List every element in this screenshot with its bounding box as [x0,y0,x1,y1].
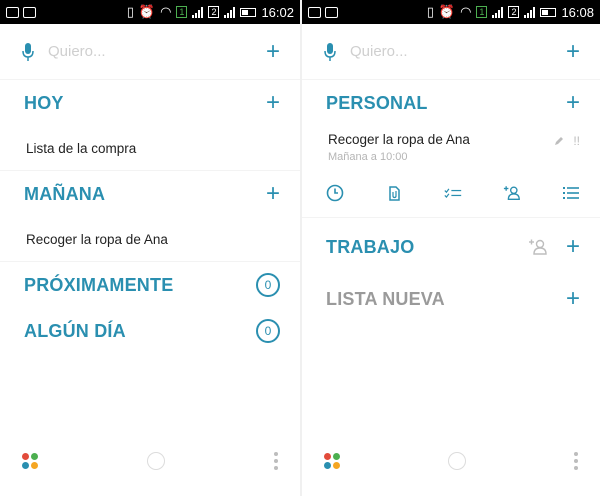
battery-icon [540,7,557,17]
battery-icon [240,7,257,17]
status-time: 16:08 [561,4,594,20]
checklist-icon[interactable] [444,184,462,202]
home-circle-icon[interactable] [448,452,466,470]
wifi-icon: ◠ [460,4,472,19]
apps-icon[interactable] [324,453,340,469]
sim2-icon: 2 [208,6,220,18]
search-input[interactable] [48,43,228,60]
add-hoy-button[interactable]: + [266,91,280,115]
share-person-icon[interactable] [528,238,548,256]
signal-icon [492,6,504,18]
add-person-icon[interactable] [503,184,521,202]
section-title-personal[interactable]: PERSONAL [326,93,428,114]
notification-icon [308,6,321,18]
search-input[interactable] [350,43,530,60]
mic-icon[interactable] [22,42,34,61]
add-trabajo-button[interactable]: + [566,235,580,259]
section-header: ALGÚN DÍA 0 [0,308,300,354]
screens-container: ▯ ⏰ ◠ 1 2 16:02 + HOY + [0,0,600,496]
section-header: PERSONAL + [302,80,600,126]
task-text-block: Recoger la ropa de Ana Mañana a 10:00 [328,132,470,163]
task-toolbar [302,169,600,217]
section-header: TRABAJO + [302,224,600,270]
status-right-icons: ▯ ⏰ ◠ 1 2 16:08 [427,4,594,20]
status-left-icons [6,6,36,18]
apps-icon[interactable] [22,453,38,469]
divider [302,217,600,218]
section-hoy: HOY + Lista de la compra [0,80,300,170]
attachment-icon[interactable] [385,184,403,202]
task-item[interactable]: Lista de la compra [0,126,300,170]
signal-icon [224,6,236,18]
section-title-hoy[interactable]: HOY [24,93,64,114]
section-title-proximamente[interactable]: PRÓXIMAMENTE [24,275,173,296]
list-icon[interactable] [562,184,580,202]
mail-icon [325,6,338,18]
section-manana: MAÑANA + Recoger la ropa de Ana [0,171,300,261]
count-badge[interactable]: 0 [256,319,280,343]
search-bar: + [302,24,600,80]
section-title-trabajo[interactable]: TRABAJO [326,237,414,258]
clock-icon[interactable] [326,184,344,202]
bottom-bar [302,446,600,476]
selected-task[interactable]: Recoger la ropa de Ana Mañana a 10:00 !! [302,126,600,169]
vibrate-icon: ▯ [126,4,134,19]
notification-icon [6,6,19,18]
bottom-bar [0,446,300,476]
section-header: PRÓXIMAMENTE 0 [0,262,300,308]
sim1-icon: 1 [176,6,188,18]
alarm-icon: ⏰ [138,4,156,19]
section-title-lista-nueva[interactable]: LISTA NUEVA [326,289,445,310]
signal-icon [524,6,536,18]
status-bar: ▯ ⏰ ◠ 1 2 16:02 [0,0,300,24]
screen-left: ▯ ⏰ ◠ 1 2 16:02 + HOY + [0,0,300,496]
section-trabajo: TRABAJO + [302,224,600,270]
screen-right: ▯ ⏰ ◠ 1 2 16:08 + PERSONAL [300,0,600,496]
section-lista-nueva: LISTA NUEVA + [302,276,600,322]
section-algun-dia: ALGÚN DÍA 0 [0,308,300,354]
home-circle-icon[interactable] [147,452,165,470]
status-bar: ▯ ⏰ ◠ 1 2 16:08 [302,0,600,24]
wifi-icon: ◠ [160,4,172,19]
add-manana-button[interactable]: + [266,182,280,206]
alarm-icon: ⏰ [438,4,456,19]
mail-icon [23,6,36,18]
task-item[interactable]: Recoger la ropa de Ana [0,217,300,261]
more-vert-icon[interactable] [274,452,278,470]
status-right-icons: ▯ ⏰ ◠ 1 2 16:02 [127,4,294,20]
search-bar: + [0,24,300,80]
vibrate-icon: ▯ [426,4,434,19]
section-personal: PERSONAL + Recoger la ropa de Ana Mañana… [302,80,600,217]
task-title: Recoger la ropa de Ana [328,132,470,147]
status-time: 16:02 [261,4,294,20]
priority-indicator[interactable]: !! [573,134,580,148]
sim2-icon: 2 [508,6,520,18]
section-title-algun-dia[interactable]: ALGÚN DÍA [24,321,126,342]
section-proximamente: PRÓXIMAMENTE 0 [0,262,300,308]
section-header: HOY + [0,80,300,126]
signal-icon [192,6,204,18]
count-badge[interactable]: 0 [256,273,280,297]
pencil-icon[interactable] [553,135,565,147]
task-due: Mañana a 10:00 [328,151,408,163]
mic-icon[interactable] [324,42,336,61]
sim1-icon: 1 [476,6,488,18]
add-personal-button[interactable]: + [566,91,580,115]
task-actions: !! [553,132,580,148]
section-header: LISTA NUEVA + [302,276,600,322]
add-task-button[interactable]: + [266,39,280,63]
section-header: MAÑANA + [0,171,300,217]
section-title-manana[interactable]: MAÑANA [24,184,105,205]
add-task-button[interactable]: + [566,39,580,63]
status-left-icons [308,6,338,18]
more-vert-icon[interactable] [574,452,578,470]
add-list-button[interactable]: + [566,287,580,311]
